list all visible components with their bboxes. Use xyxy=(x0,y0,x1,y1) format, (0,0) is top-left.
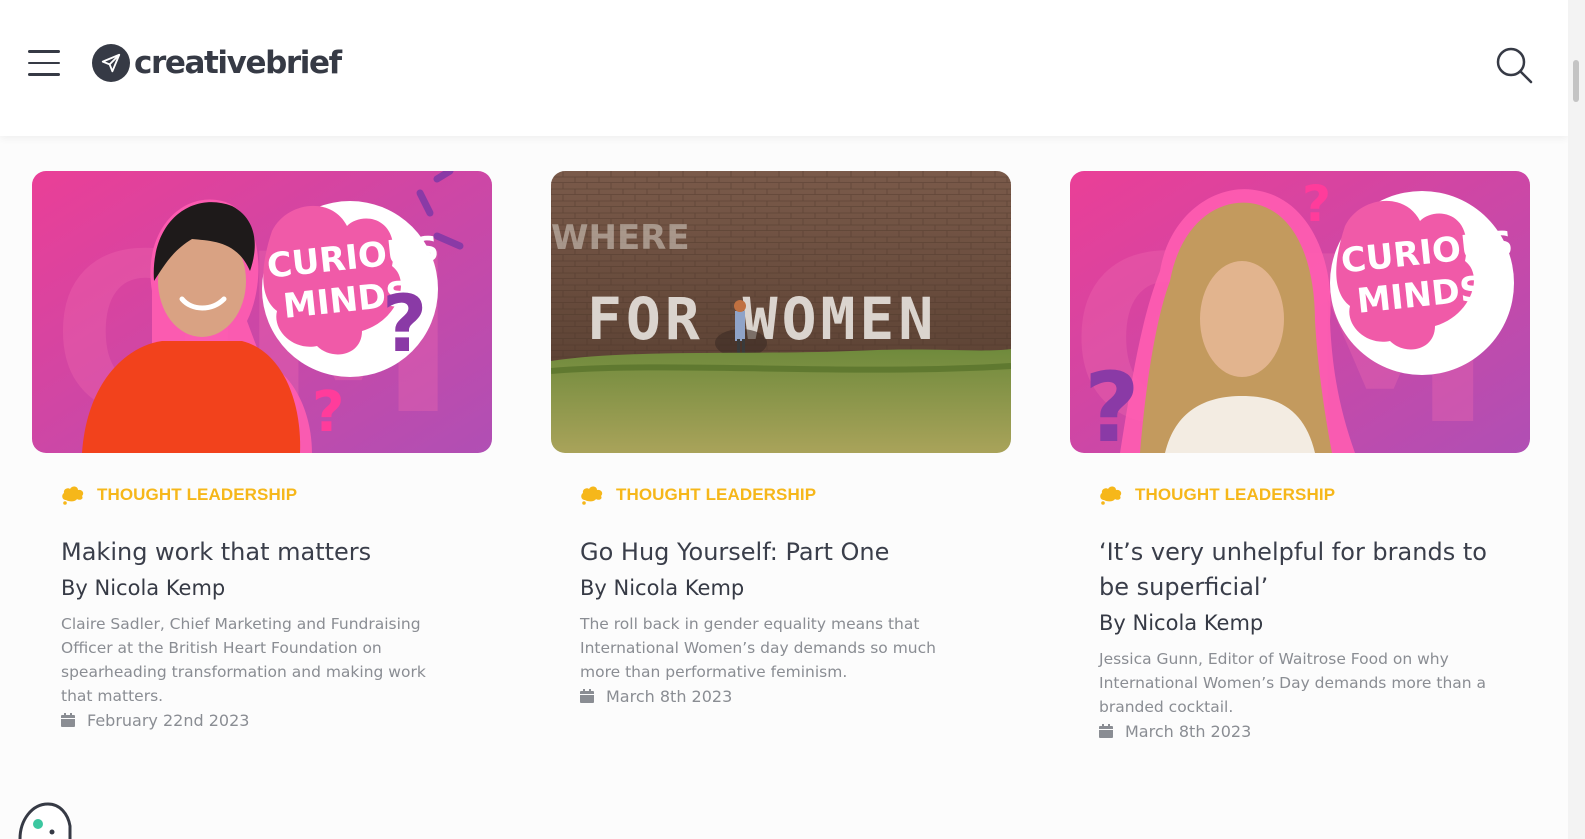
category-row: THOUGHT LEADERSHIP xyxy=(580,483,1011,507)
category-row: THOUGHT LEADERSHIP xyxy=(1099,483,1530,507)
article-date: March 8th 2023 xyxy=(1125,721,1252,741)
calendar-icon xyxy=(580,689,594,703)
article-date: February 22nd 2023 xyxy=(87,710,250,730)
article-card[interactable]: WHERE FOR WOMEN THOUGHT LEADERSHIP Go Hu… xyxy=(551,171,1011,708)
article-excerpt: Jessica Gunn, Editor of Waitrose Food on… xyxy=(1099,650,1487,716)
calendar-icon xyxy=(61,713,75,727)
article-excerpt: The roll back in gender equality means t… xyxy=(580,615,936,681)
article-image[interactable]: OM CURIOUS MINDS ? ? xyxy=(32,171,492,453)
article-title[interactable]: Go Hug Yourself: Part One xyxy=(580,535,991,570)
article-author[interactable]: By Nicola Kemp xyxy=(61,573,492,603)
wall-text-top: WHERE xyxy=(551,218,690,258)
category-link[interactable]: THOUGHT LEADERSHIP xyxy=(616,485,816,505)
article-card[interactable]: OM CURIOUS MINDS ? ? THOUGHT LEADERSHIP … xyxy=(1070,171,1530,743)
site-header: creativebrief xyxy=(0,0,1568,136)
article-title[interactable]: ‘It’s very unhelpful for brands to be su… xyxy=(1099,535,1510,605)
category-link[interactable]: THOUGHT LEADERSHIP xyxy=(1135,485,1335,505)
article-date-row: March 8th 2023 xyxy=(580,684,1011,708)
logo-text: creativebrief xyxy=(134,45,342,81)
site-logo[interactable]: creativebrief xyxy=(92,44,342,82)
svg-text:?: ? xyxy=(1084,352,1140,453)
article-author[interactable]: By Nicola Kemp xyxy=(580,573,1011,603)
article-date-row: February 22nd 2023 xyxy=(61,708,492,732)
hamburger-menu-icon[interactable] xyxy=(28,50,62,78)
article-title[interactable]: Making work that matters xyxy=(61,535,472,570)
article-date: March 8th 2023 xyxy=(606,686,733,706)
thought-cloud-icon xyxy=(580,485,604,505)
article-card[interactable]: OM CURIOUS MINDS ? ? THOUGHT LEADERSHIP … xyxy=(32,171,492,732)
svg-text:?: ? xyxy=(382,280,427,370)
article-image[interactable]: WHERE FOR WOMEN xyxy=(551,171,1011,453)
category-link[interactable]: THOUGHT LEADERSHIP xyxy=(97,485,297,505)
thought-cloud-icon xyxy=(1099,485,1123,505)
cookie-consent-icon[interactable] xyxy=(14,800,74,839)
article-image[interactable]: OM CURIOUS MINDS ? ? xyxy=(1070,171,1530,453)
article-date-row: March 8th 2023 xyxy=(1099,719,1530,743)
scrollbar-thumb[interactable] xyxy=(1573,60,1579,102)
scrollbar[interactable] xyxy=(1568,0,1585,839)
calendar-icon xyxy=(1099,724,1113,738)
article-excerpt: Claire Sadler, Chief Marketing and Fundr… xyxy=(61,615,426,705)
svg-text:?: ? xyxy=(1302,175,1331,233)
article-author[interactable]: By Nicola Kemp xyxy=(1099,608,1530,638)
category-row: THOUGHT LEADERSHIP xyxy=(61,483,492,507)
search-icon[interactable] xyxy=(1494,45,1534,85)
svg-text:?: ? xyxy=(312,380,344,445)
paper-plane-icon xyxy=(92,44,130,82)
thought-cloud-icon xyxy=(61,485,85,505)
